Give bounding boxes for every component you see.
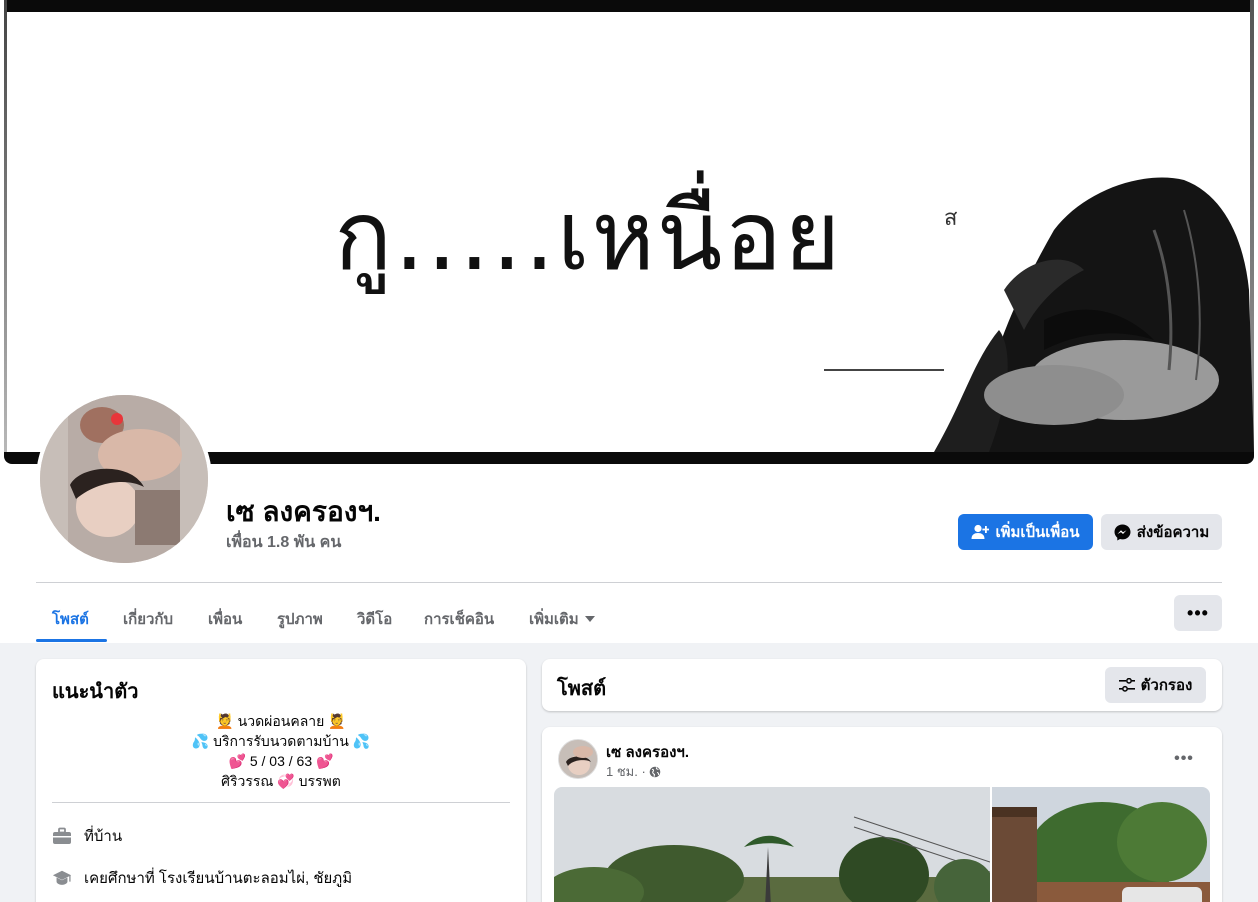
message-label: ส่งข้อความ	[1136, 524, 1210, 541]
intro-divider	[52, 802, 510, 803]
post-timestamp[interactable]: 1 ชม. ·	[606, 761, 646, 782]
friend-count[interactable]: เพื่อน 1.8 พัน คน	[226, 530, 341, 555]
post-photo-1-image	[554, 787, 990, 902]
posts-title: โพสต์	[557, 678, 607, 700]
intro-education: เคยศึกษาที่ โรงเรียนบ้านตะลอมไผ่, ชัยภูม…	[52, 866, 352, 890]
intro-education-text: เคยศึกษาที่ โรงเรียนบ้านตะลอมไผ่, ชัยภูม…	[84, 870, 353, 887]
avatar-photo	[40, 395, 208, 563]
post-author-avatar[interactable]	[558, 739, 598, 779]
header-divider	[36, 582, 1222, 583]
intro-workplace: ที่บ้าน	[52, 824, 122, 848]
filter-icon	[1118, 678, 1135, 692]
cover-frame-top	[4, 0, 1254, 12]
intro-workplace-text: ที่บ้าน	[84, 828, 123, 845]
add-person-icon	[971, 524, 990, 539]
post-photo-2-image	[992, 787, 1210, 902]
post-avatar-photo	[559, 740, 597, 778]
graduation-cap-icon	[52, 868, 72, 888]
tab-friends[interactable]: เพื่อน	[192, 595, 258, 643]
profile-name: เซ ลงครองฯ.	[226, 496, 381, 527]
intro-bio: 💆 นวดผ่อนคลาย 💆 💦 บริการรับนวดตามบ้าน 💦 …	[52, 711, 510, 791]
filter-button[interactable]: ตัวกรอง	[1105, 667, 1206, 703]
post-photo-1[interactable]	[554, 787, 990, 902]
tab-photos-label: รูปภาพ	[277, 611, 323, 628]
cover-photo[interactable]: กู.....เหนื่อย ส	[4, 0, 1254, 464]
tab-posts-label: โพสต์	[52, 611, 89, 628]
messenger-icon	[1114, 524, 1131, 540]
add-friend-button[interactable]: เพิ่มเป็นเพื่อน	[958, 514, 1093, 550]
tab-checkins[interactable]: การเช็คอิน	[408, 595, 510, 643]
cover-girl-illustration	[824, 177, 1254, 452]
tab-friends-label: เพื่อน	[208, 611, 243, 628]
tab-videos-label: วิดีโอ	[357, 611, 393, 628]
bio-line: 💆 นวดผ่อนคลาย 💆	[216, 713, 346, 729]
post-meta: 1 ชม. ·	[606, 761, 661, 782]
cover-caption: กู.....เหนื่อย	[334, 180, 843, 292]
globe-icon	[649, 766, 661, 777]
filter-label: ตัวกรอง	[1140, 677, 1193, 694]
active-tab-indicator	[36, 639, 107, 642]
tab-posts[interactable]: โพสต์	[36, 595, 105, 643]
tab-checkins-label: การเช็คอิน	[424, 611, 495, 628]
post-options-button[interactable]: •••	[1166, 741, 1202, 777]
post-card: เซ ลงครองฯ. 1 ชม. · •••	[542, 727, 1222, 902]
bio-line: ศิริวรรณ 💞 บรรพต	[221, 773, 341, 789]
tab-more-label: เพิ่มเติม	[529, 611, 579, 628]
posts-header-card: โพสต์ ตัวกรอง	[542, 659, 1222, 711]
profile-more-button[interactable]: •••	[1174, 595, 1222, 631]
intro-title: แนะนำตัว	[52, 681, 139, 703]
tab-about[interactable]: เกี่ยวกับ	[107, 595, 189, 643]
message-button[interactable]: ส่งข้อความ	[1101, 514, 1222, 550]
bio-line: 💕 5 / 03 / 63 💕	[228, 753, 334, 769]
tab-photos[interactable]: รูปภาพ	[261, 595, 339, 643]
tab-videos[interactable]: วิดีโอ	[341, 595, 408, 643]
bio-line: 💦 บริการรับนวดตามบ้าน 💦	[191, 733, 371, 749]
cover-frame-left	[4, 0, 7, 464]
post-photo-2[interactable]	[992, 787, 1210, 902]
tab-more[interactable]: เพิ่มเติม	[513, 595, 611, 643]
add-friend-label: เพิ่มเป็นเพื่อน	[995, 524, 1080, 541]
profile-avatar[interactable]	[40, 395, 208, 563]
tab-about-label: เกี่ยวกับ	[123, 611, 174, 628]
caret-down-icon	[584, 616, 595, 622]
intro-card: แนะนำตัว 💆 นวดผ่อนคลาย 💆 💦 บริการรับนวดต…	[36, 659, 526, 902]
briefcase-icon	[52, 826, 72, 846]
